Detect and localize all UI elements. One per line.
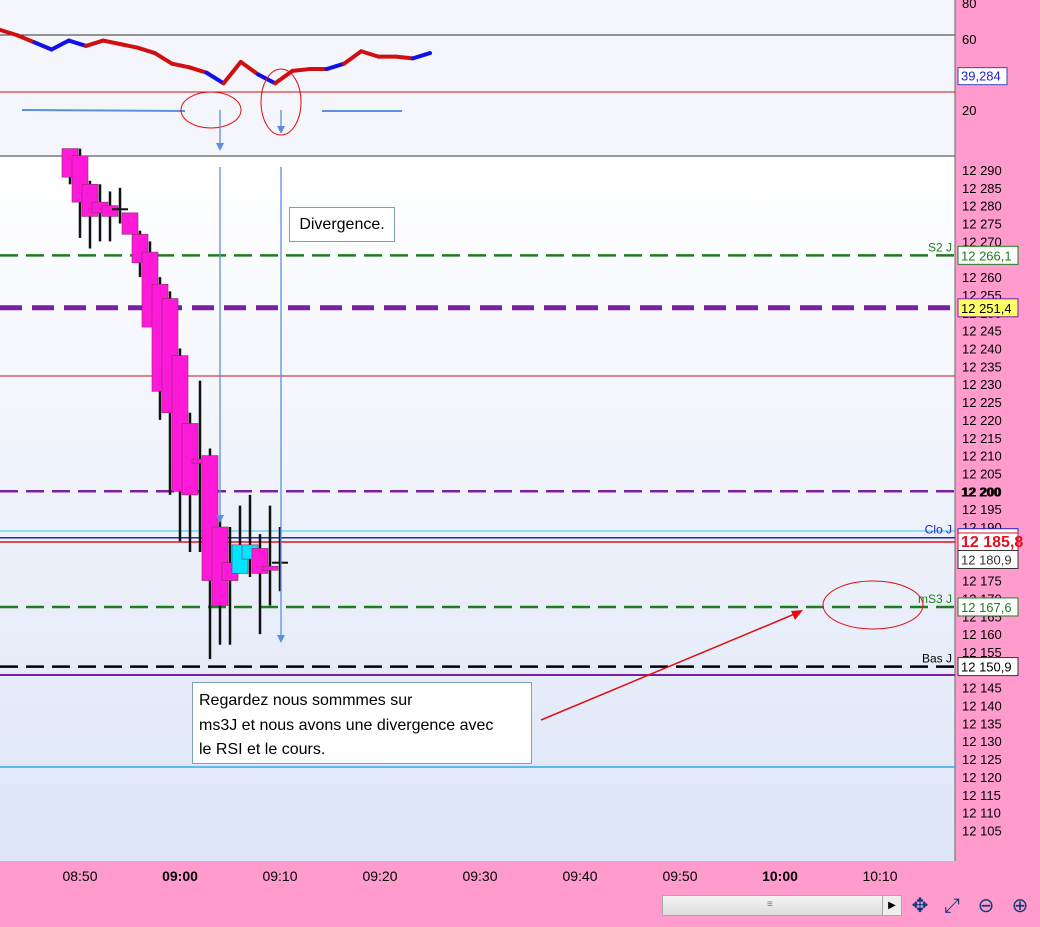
price-tick-label: 12 245 xyxy=(962,324,1002,339)
price-tick-label: 12 275 xyxy=(962,217,1002,232)
level-label: Bas J xyxy=(922,652,952,666)
level-value-label: 12 200 xyxy=(961,484,1001,499)
rsi-trend-left xyxy=(21,109,186,112)
time-tick-label: 09:40 xyxy=(562,868,597,884)
zoom-out-icon[interactable]: ⊖ xyxy=(974,894,998,918)
price-tick-label: 12 110 xyxy=(962,806,1001,821)
zoom-fit-icon[interactable]: ⤢ xyxy=(940,894,964,918)
price-tick-label: 12 215 xyxy=(962,431,1002,446)
rsi-line-segment xyxy=(290,67,312,73)
rsi-tick-label: 60 xyxy=(962,32,976,47)
price-tick-label: 12 280 xyxy=(962,199,1002,214)
price-tick-label: 12 160 xyxy=(962,627,1002,642)
level-value-label: 12 185,8 xyxy=(961,534,1023,551)
price-tick-label: 12 130 xyxy=(962,734,1002,749)
time-tick-label: 09:00 xyxy=(162,868,198,884)
chart-canvas: S2 JClo JmS3 JBas J 12 29012 28512 28012… xyxy=(0,0,1040,927)
rsi-line-segment xyxy=(393,54,415,61)
price-tick-label: 12 115 xyxy=(962,788,1001,803)
rsi-tick-label: 20 xyxy=(962,103,976,118)
time-tick-label: 09:10 xyxy=(262,868,297,884)
rsi-value-label: 39,284 xyxy=(961,69,1001,84)
price-tick-label: 12 175 xyxy=(962,574,1002,589)
horizontal-scrollbar[interactable]: ≡ ▶ xyxy=(662,895,902,916)
price-tick-label: 12 125 xyxy=(962,752,1002,767)
price-tick-label: 12 225 xyxy=(962,395,1002,410)
comment-line-1: Regardez nous sommmes sur xyxy=(199,692,413,709)
comment-line-2: ms3J et nous avons une divergence avec xyxy=(199,716,494,734)
comment-box: Regardez nous sommmes sur ms3J et nous a… xyxy=(192,682,532,764)
price-tick-label: 12 220 xyxy=(962,413,1002,428)
price-tick-label: 12 205 xyxy=(962,466,1002,481)
price-tick-label: 12 210 xyxy=(962,449,1002,464)
price-tick-label: 12 230 xyxy=(962,377,1002,392)
candle-body xyxy=(101,205,119,217)
divergence-label: Divergence. xyxy=(289,207,395,242)
rsi-panel-bg xyxy=(0,0,955,155)
level-label: S2 J xyxy=(928,240,952,254)
time-tick-label: 08:50 xyxy=(62,868,97,884)
price-tick-label: 12 240 xyxy=(962,342,1002,357)
rsi-tick-label: 80 xyxy=(962,0,976,11)
level-value-label: 12 266,1 xyxy=(961,248,1012,263)
price-tick-label: 12 235 xyxy=(962,359,1002,374)
comment-line-3: le RSI et le cours. xyxy=(199,741,326,758)
level-value-label: 12 167,6 xyxy=(961,600,1012,615)
time-tick-label: 10:00 xyxy=(762,868,798,884)
level-value-label: 12 150,9 xyxy=(961,660,1012,675)
scrollbar-grip-icon[interactable]: ≡ xyxy=(767,899,773,910)
candle-body xyxy=(261,565,279,571)
price-tick-label: 12 145 xyxy=(962,681,1002,696)
zoom-in-icon[interactable]: ⊕ xyxy=(1008,894,1032,918)
time-tick-label: 09:20 xyxy=(362,868,397,884)
level-value-label: 12 251,4 xyxy=(961,301,1012,316)
level-label: Clo J xyxy=(925,523,952,537)
time-tick-label: 09:50 xyxy=(662,868,697,884)
price-tick-label: 12 105 xyxy=(962,823,1002,838)
time-tick-label: 09:30 xyxy=(462,868,497,884)
price-tick-label: 12 135 xyxy=(962,716,1002,731)
price-tick-label: 12 140 xyxy=(962,699,1002,714)
price-tick-label: 12 120 xyxy=(962,770,1002,785)
price-tick-label: 12 285 xyxy=(962,181,1002,196)
price-tick-label: 12 195 xyxy=(962,502,1002,517)
price-tick-label: 12 290 xyxy=(962,163,1002,178)
crosshair-icon[interactable]: ✥ xyxy=(908,894,932,918)
level-value-label: 12 180,9 xyxy=(961,552,1012,567)
candle-body xyxy=(121,212,139,235)
time-tick-label: 10:10 xyxy=(862,868,897,884)
price-tick-label: 12 260 xyxy=(962,270,1002,285)
scroll-right-icon[interactable]: ▶ xyxy=(882,896,901,915)
